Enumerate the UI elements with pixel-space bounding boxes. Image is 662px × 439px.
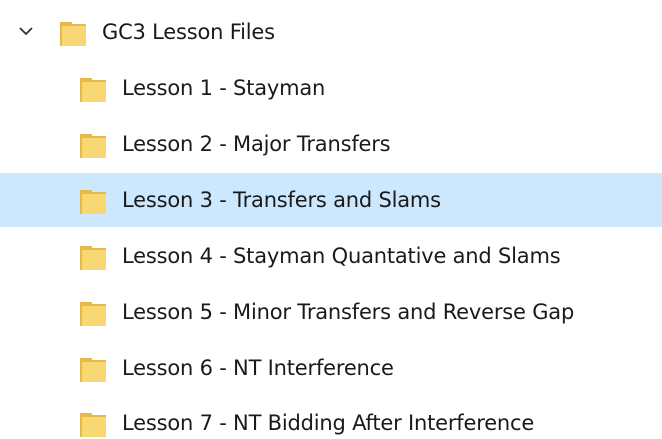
folder-icon (78, 74, 108, 104)
tree-item-label: Lesson 5 - Minor Transfers and Reverse G… (122, 300, 575, 324)
folder-icon (78, 409, 108, 439)
folder-icon (78, 186, 108, 216)
folder-icon (78, 242, 108, 272)
tree-item-label: GC3 Lesson Files (102, 20, 275, 44)
folder-icon (78, 130, 108, 160)
tree-item-lesson-2[interactable]: Lesson 2 - Major Transfers (0, 117, 662, 171)
tree-item-lesson-3[interactable]: Lesson 3 - Transfers and Slams (0, 173, 662, 227)
folder-icon (78, 298, 108, 328)
folder-tree: GC3 Lesson Files Lesson 1 - Stayman Less… (0, 0, 662, 439)
folder-icon (78, 354, 108, 384)
tree-item-lesson-7[interactable]: Lesson 7 - NT Bidding After Interference (0, 396, 662, 439)
folder-icon (58, 18, 88, 48)
tree-item-label: Lesson 4 - Stayman Quantative and Slams (122, 244, 561, 268)
tree-item-lesson-1[interactable]: Lesson 1 - Stayman (0, 61, 662, 115)
tree-item-label: Lesson 3 - Transfers and Slams (122, 188, 441, 212)
tree-item-label: Lesson 6 - NT Interference (122, 356, 394, 380)
tree-item-lesson-5[interactable]: Lesson 5 - Minor Transfers and Reverse G… (0, 285, 662, 339)
tree-item-label: Lesson 1 - Stayman (122, 76, 326, 100)
tree-item-label: Lesson 7 - NT Bidding After Interference (122, 411, 535, 435)
tree-item-label: Lesson 2 - Major Transfers (122, 132, 391, 156)
tree-item-lesson-6[interactable]: Lesson 6 - NT Interference (0, 341, 662, 395)
chevron-down-icon[interactable] (18, 23, 34, 39)
tree-item-gc3-lesson-files[interactable]: GC3 Lesson Files (0, 5, 662, 59)
tree-item-lesson-4[interactable]: Lesson 4 - Stayman Quantative and Slams (0, 229, 662, 283)
